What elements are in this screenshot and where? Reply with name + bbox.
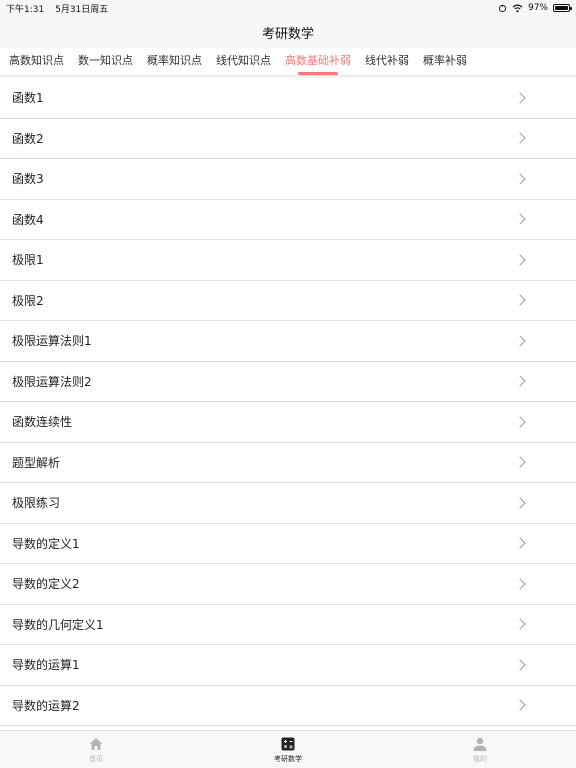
chevron-right-icon (514, 132, 526, 144)
list-item[interactable]: 函数3 (0, 159, 576, 200)
tab-6[interactable]: 概率补弱 (418, 48, 472, 76)
tab-5[interactable]: 线代补弱 (360, 48, 414, 76)
chevron-right-icon (514, 578, 526, 590)
chevron-right-icon (514, 618, 526, 630)
list-item-label: 函数2 (12, 131, 44, 146)
battery-icon (553, 4, 572, 12)
list-item-label: 导数的运算1 (12, 658, 80, 673)
list-item-label: 函数3 (12, 172, 44, 187)
tab-label: 数一知识点 (78, 53, 133, 67)
chevron-right-icon (514, 699, 526, 711)
tab-label: 高数知识点 (9, 53, 64, 67)
list-item-label: 函数4 (12, 212, 44, 227)
list-item[interactable]: 极限2 (0, 280, 576, 321)
list-item[interactable]: 极限运算法则1 (0, 321, 576, 362)
list-item-label: 导数的运算2 (12, 698, 80, 713)
tab-bar-label: 首页 (89, 754, 103, 763)
wifi-icon (512, 4, 523, 12)
tab-4[interactable]: 高数基础补弱 (280, 48, 356, 76)
chevron-right-icon (514, 497, 526, 509)
tab-3[interactable]: 线代知识点 (211, 48, 276, 76)
tab-1[interactable]: 数一知识点 (73, 48, 138, 76)
list-item[interactable]: 导数的定义1 (0, 523, 576, 564)
tab-bar-item-0[interactable]: 首页 (0, 731, 192, 768)
list-item-label: 函数连续性 (12, 415, 73, 430)
active-tab-indicator (298, 71, 338, 75)
tab-label: 线代补弱 (365, 53, 409, 67)
tab-label: 概率知识点 (147, 53, 202, 67)
list-item-label: 函数1 (12, 91, 44, 106)
list-item-label: 极限运算法则1 (12, 334, 92, 349)
list-item[interactable]: 函数4 (0, 199, 576, 240)
calculator-icon (281, 737, 295, 750)
list-item[interactable]: 函数连续性 (0, 402, 576, 443)
lesson-list: 函数1 函数2 函数3 函数4 极限1 极限2 极限运算法则1 极限运算法则2 函数连续性题型解… (0, 78, 576, 730)
list-item[interactable]: 导数的运算1 (0, 645, 576, 686)
tab-label: 线代知识点 (216, 53, 271, 67)
list-item[interactable]: 极限1 (0, 240, 576, 281)
status-time: 下午1:31 (6, 4, 45, 15)
chevron-right-icon (514, 537, 526, 549)
list-item-label: 导数的定义1 (12, 536, 80, 551)
list-item[interactable]: 导数的几何定义1 (0, 604, 576, 645)
tab-bar-item-2[interactable]: 我的 (384, 731, 576, 768)
status-date: 5月31日周五 (55, 4, 109, 15)
list-item-label: 极限2 (12, 293, 44, 308)
status-right: 97% (498, 3, 572, 13)
category-tabs: 高数知识点 数一知识点 概率知识点 线代知识点 高数基础补弱 线代补弱 概率补弱 (0, 48, 576, 76)
list-item[interactable]: 导数的定义2 (0, 564, 576, 605)
chevron-right-icon (514, 456, 526, 468)
list-item-label: 导数的几何定义1 (12, 617, 104, 632)
tab-0[interactable]: 高数知识点 (4, 48, 69, 76)
tab-label: 概率补弱 (423, 53, 467, 67)
list-item[interactable]: 题型解析 (0, 442, 576, 483)
list-item[interactable]: 函数1 (0, 78, 576, 119)
chevron-right-icon (514, 659, 526, 671)
chevron-right-icon (514, 416, 526, 428)
list-item-label: 极限运算法则2 (12, 374, 92, 389)
chevron-right-icon (514, 213, 526, 225)
page-title: 考研数学 (261, 26, 314, 42)
person-icon (473, 737, 487, 751)
list-item-label: 题型解析 (12, 455, 61, 470)
orientation-lock-icon (498, 4, 507, 12)
chevron-right-icon (514, 375, 526, 387)
list-item-label: 极限1 (12, 253, 44, 268)
chevron-right-icon (514, 173, 526, 185)
tab-bar-label: 我的 (473, 754, 487, 763)
status-left: 下午1:31 5月31日周五 (6, 2, 116, 15)
home-icon (89, 737, 103, 750)
list-item-label: 极限练习 (12, 496, 61, 511)
list-item[interactable]: 极限运算法则2 (0, 361, 576, 402)
tab-label: 高数基础补弱 (285, 53, 351, 67)
tab-bar-label: 考研数学 (274, 754, 302, 763)
list-item[interactable]: 导数的运算2 (0, 685, 576, 726)
tab-2[interactable]: 概率知识点 (142, 48, 207, 76)
list-item[interactable]: 极限练习 (0, 483, 576, 524)
chevron-right-icon (514, 335, 526, 347)
chevron-right-icon (514, 92, 526, 104)
chevron-right-icon (514, 254, 526, 266)
tab-bar-item-1[interactable]: 考研数学 (192, 731, 384, 768)
battery-percent: 97% (527, 3, 548, 13)
status-bar: 下午1:31 5月31日周五 97% (0, 0, 576, 16)
bottom-tab-bar: 首页 考研数学 我的 (0, 730, 576, 768)
list-item-label: 导数的定义2 (12, 577, 80, 592)
chevron-right-icon (514, 294, 526, 306)
list-item[interactable]: 函数2 (0, 118, 576, 159)
nav-bar: 考研数学 (0, 16, 576, 48)
